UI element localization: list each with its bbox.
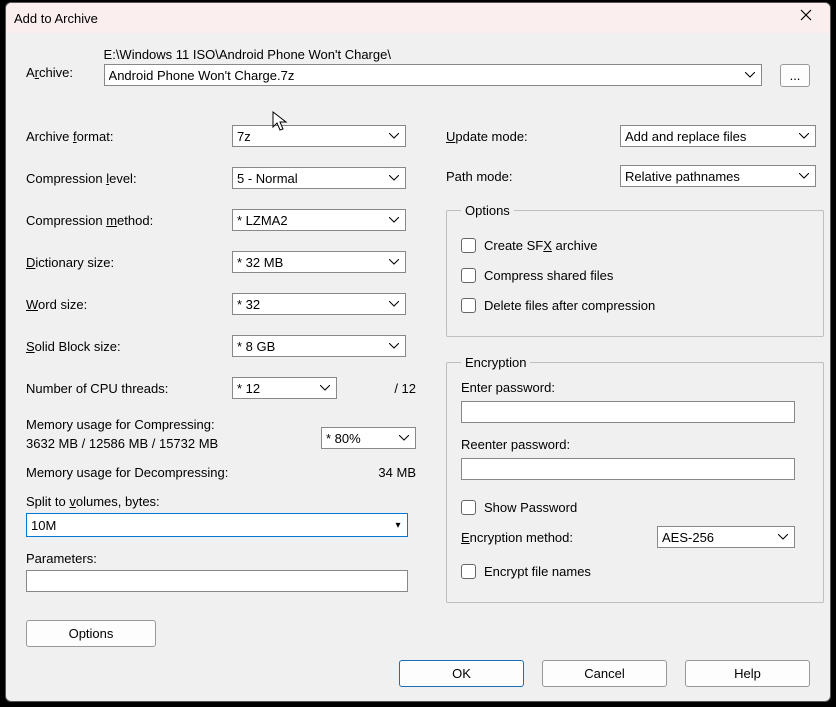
archive-path-text: E:\Windows 11 ISO\Android Phone Won't Ch… — [104, 47, 762, 62]
reenter-password-input[interactable] — [461, 458, 795, 480]
compress-shared-checkbox[interactable] — [461, 268, 476, 283]
compression-level-select[interactable]: 5 - Normal — [232, 167, 406, 189]
parameters-label: Parameters: — [26, 551, 416, 566]
chevron-down-icon[interactable]: ▾ — [389, 520, 407, 531]
archive-format-label: Archive format: — [26, 129, 232, 144]
solid-block-size-select[interactable]: * 8 GB — [232, 335, 406, 357]
mem-compress-label: Memory usage for Compressing: — [26, 417, 321, 432]
show-password-checkbox[interactable] — [461, 500, 476, 515]
options-legend: Options — [461, 203, 514, 218]
mem-decompress-label: Memory usage for Decompressing: — [26, 465, 378, 480]
split-volumes-combo[interactable]: ▾ — [26, 513, 408, 537]
create-sfx-label: Create SFX archive — [484, 238, 597, 253]
cpu-threads-max: / 12 — [337, 381, 416, 396]
parameters-input[interactable] — [26, 570, 408, 592]
encryption-method-select[interactable]: AES-256 — [657, 526, 795, 548]
ok-button[interactable]: OK — [399, 660, 524, 687]
path-mode-select[interactable]: Relative pathnames — [620, 165, 816, 187]
mem-decompress-value: 34 MB — [378, 465, 416, 480]
options-button[interactable]: Options — [26, 620, 156, 647]
window-title: Add to Archive — [14, 11, 98, 26]
compression-method-label: Compression method: — [26, 213, 232, 228]
encryption-legend: Encryption — [461, 355, 530, 370]
enter-password-label: Enter password: — [461, 380, 809, 395]
word-size-label: Word size: — [26, 297, 232, 312]
encryption-method-label: Encryption method: — [461, 530, 657, 545]
word-size-select[interactable]: * 32 — [232, 293, 406, 315]
archive-name-combo[interactable]: Android Phone Won't Charge.7z — [104, 64, 762, 86]
solid-block-size-label: Solid Block size: — [26, 339, 232, 354]
enter-password-input[interactable] — [461, 401, 795, 423]
create-sfx-checkbox[interactable] — [461, 238, 476, 253]
encrypt-names-label: Encrypt file names — [484, 564, 591, 579]
archive-label: Archive: — [26, 65, 73, 80]
mem-compress-pct-select[interactable]: * 80% — [321, 427, 416, 449]
split-volumes-input[interactable] — [27, 515, 389, 535]
browse-button[interactable]: ... — [780, 64, 810, 87]
dialog-window: Add to Archive Archive: E:\Windows 11 IS… — [5, 2, 831, 702]
encryption-group: Encryption Enter password: Reenter passw… — [446, 355, 824, 603]
compression-method-select[interactable]: * LZMA2 — [232, 209, 406, 231]
archive-format-select[interactable]: 7z — [232, 125, 406, 147]
cancel-button[interactable]: Cancel — [542, 660, 667, 687]
path-mode-label: Path mode: — [446, 169, 620, 184]
reenter-password-label: Reenter password: — [461, 437, 809, 452]
help-button[interactable]: Help — [685, 660, 810, 687]
cpu-threads-select[interactable]: * 12 — [232, 377, 337, 399]
compress-shared-label: Compress shared files — [484, 268, 613, 283]
update-mode-label: Update mode: — [446, 129, 620, 144]
delete-after-label: Delete files after compression — [484, 298, 655, 313]
encrypt-names-checkbox[interactable] — [461, 564, 476, 579]
cpu-threads-label: Number of CPU threads: — [26, 381, 232, 396]
dictionary-size-label: Dictionary size: — [26, 255, 232, 270]
mem-compress-value: 3632 MB / 12586 MB / 15732 MB — [26, 436, 321, 451]
delete-after-checkbox[interactable] — [461, 298, 476, 313]
options-group: Options Create SFX archive Compress shar… — [446, 203, 824, 337]
titlebar: Add to Archive — [6, 3, 830, 33]
show-password-label: Show Password — [484, 500, 577, 515]
close-button[interactable] — [786, 5, 826, 29]
compression-level-label: Compression level: — [26, 171, 232, 186]
update-mode-select[interactable]: Add and replace files — [620, 125, 816, 147]
dictionary-size-select[interactable]: * 32 MB — [232, 251, 406, 273]
split-volumes-label: Split to volumes, bytes: — [26, 494, 416, 509]
